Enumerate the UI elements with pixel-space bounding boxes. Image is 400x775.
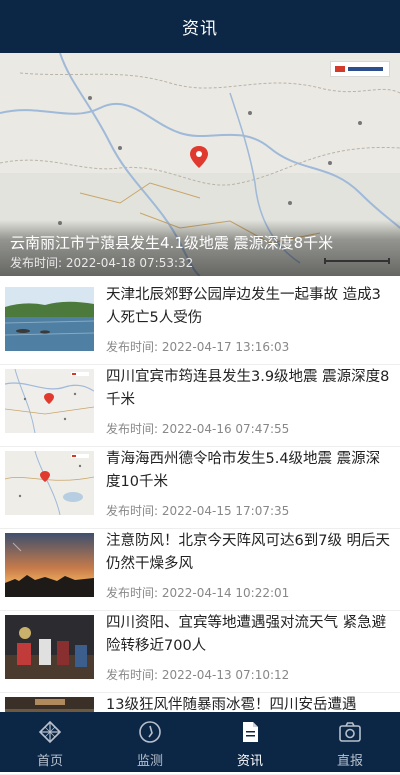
news-thumbnail: [5, 533, 94, 597]
tab-monitor-label: 监测: [136, 754, 163, 769]
news-title: 注意防风！北京今天阵风可达6到7级 明后天仍然干燥多风: [106, 533, 391, 572]
news-time: 发布时间: 2022-04-16 07:47:55: [106, 422, 290, 436]
bottom-tab-bar: 首页 监测 资讯 直报: [0, 712, 400, 772]
hero-news-title[interactable]: 云南丽江市宁蒗县发生4.1级地震 震源深度8千米: [10, 232, 333, 253]
news-item[interactable]: 青海海西州德令哈市发生5.4级地震 震源深度10千米 发布时间: 2022-04…: [0, 447, 400, 529]
news-thumbnail: [5, 451, 94, 515]
tab-news[interactable]: 资讯: [200, 712, 300, 772]
news-icon: [243, 722, 258, 742]
news-title: 天津北辰郊野公园岸边发生一起事故 造成3人死亡5人受伤: [106, 287, 381, 326]
news-item[interactable]: 注意防风！北京今天阵风可达6到7级 明后天仍然干燥多风 发布时间: 2022-0…: [0, 529, 400, 611]
monitor-icon: [139, 721, 161, 743]
home-icon: [38, 720, 62, 744]
map-logo: [330, 61, 390, 77]
tab-report[interactable]: 直报: [300, 712, 400, 772]
tab-home[interactable]: 首页: [0, 712, 100, 772]
news-title: 四川宜宾市筠连县发生3.9级地震 震源深度8千米: [106, 369, 390, 408]
tab-home-label: 首页: [36, 754, 63, 769]
tab-monitor[interactable]: 监测: [100, 712, 200, 772]
map-scale-bar: [324, 258, 390, 264]
hero-news-card[interactable]: 云南丽江市宁蒗县发生4.1级地震 震源深度8千米 发布时间: 2022-04-1…: [0, 53, 400, 276]
news-thumbnail: [5, 369, 94, 433]
news-item[interactable]: 四川宜宾市筠连县发生3.9级地震 震源深度8千米 发布时间: 2022-04-1…: [0, 365, 400, 447]
news-thumbnail: [5, 287, 94, 351]
news-item[interactable]: 天津北辰郊野公园岸边发生一起事故 造成3人死亡5人受伤 发布时间: 2022-0…: [0, 283, 400, 365]
news-item[interactable]: 四川资阳、宜宾等地遭遇强对流天气 紧急避险转移近700人 发布时间: 2022-…: [0, 611, 400, 693]
news-thumbnail: [5, 615, 94, 679]
news-title: 青海海西州德令哈市发生5.4级地震 震源深度10千米: [106, 451, 381, 490]
app-header: 资讯: [0, 0, 400, 53]
news-time: 发布时间: 2022-04-15 17:07:35: [106, 504, 290, 518]
news-time: 发布时间: 2022-04-17 13:16:03: [106, 340, 290, 354]
camera-icon: [339, 722, 361, 742]
news-title: 四川资阳、宜宾等地遭遇强对流天气 紧急避险转移近700人: [106, 615, 387, 654]
news-time: 发布时间: 2022-04-14 10:22:01: [106, 586, 290, 600]
news-time: 发布时间: 2022-04-13 07:10:12: [106, 668, 290, 682]
tab-report-label: 直报: [336, 754, 363, 769]
tab-news-label: 资讯: [236, 754, 263, 769]
news-list: 天津北辰郊野公园岸边发生一起事故 造成3人死亡5人受伤 发布时间: 2022-0…: [0, 283, 400, 775]
page-title: 资讯: [182, 19, 218, 39]
hero-news-time: 发布时间: 2022-04-18 07:53:32: [10, 256, 194, 270]
